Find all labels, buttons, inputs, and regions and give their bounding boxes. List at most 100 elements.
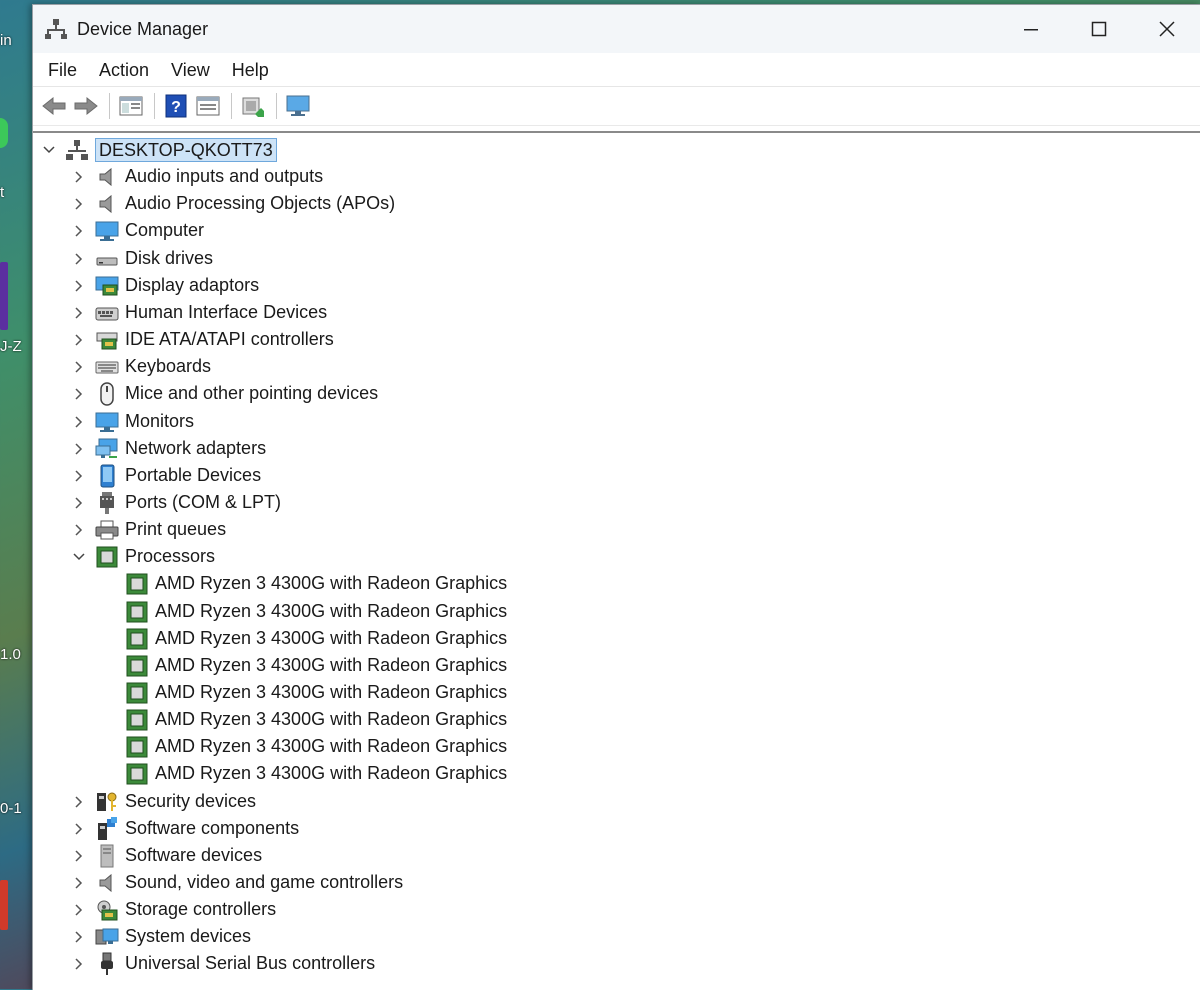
menu-action[interactable]: Action <box>88 55 160 85</box>
help-button[interactable]: ? <box>161 91 191 121</box>
processor-icon <box>125 708 149 732</box>
tree-category-ide-ata-atapi-controllers[interactable]: IDE ATA/ATAPI controllers <box>69 326 334 353</box>
portable-device-icon <box>95 464 119 488</box>
tree-device-processor[interactable]: AMD Ryzen 3 4300G with Radeon Graphics <box>125 652 507 679</box>
chevron-down-icon[interactable] <box>69 543 89 570</box>
tree-category-label: System devices <box>125 926 252 946</box>
tree-device-processor[interactable]: AMD Ryzen 3 4300G with Radeon Graphics <box>125 760 507 787</box>
chevron-right-icon[interactable] <box>69 923 89 950</box>
chevron-right-icon[interactable] <box>69 217 89 244</box>
tree-category-label: Security devices <box>125 791 257 811</box>
chevron-right-icon[interactable] <box>69 842 89 869</box>
desktop-green-icon[interactable] <box>0 118 8 148</box>
chevron-right-icon[interactable] <box>69 245 89 272</box>
tree-category-system-devices[interactable]: System devices <box>69 923 251 950</box>
tree-category-disk-drives[interactable]: Disk drives <box>69 245 213 272</box>
chevron-down-icon[interactable] <box>39 136 59 163</box>
maximize-button[interactable] <box>1065 5 1133 53</box>
speaker-icon <box>95 165 119 189</box>
properties-button[interactable] <box>193 91 223 121</box>
tree-category-label: Display adaptors <box>125 275 260 295</box>
tree-category-computer[interactable]: Computer <box>69 217 204 244</box>
tree-device-processor[interactable]: AMD Ryzen 3 4300G with Radeon Graphics <box>125 733 507 760</box>
chevron-right-icon[interactable] <box>69 353 89 380</box>
chevron-right-icon[interactable] <box>69 462 89 489</box>
chevron-right-icon[interactable] <box>69 190 89 217</box>
processor-label: AMD Ryzen 3 4300G with Radeon Graphics <box>155 573 508 593</box>
tree-category-mice-and-other-pointing-devices[interactable]: Mice and other pointing devices <box>69 380 378 407</box>
minimize-icon <box>1024 29 1038 31</box>
chevron-right-icon[interactable] <box>69 516 89 543</box>
tree-category-label: Software components <box>125 818 300 838</box>
tree-device-processor[interactable]: AMD Ryzen 3 4300G with Radeon Graphics <box>125 570 507 597</box>
tree-category-sound-video-and-game-controllers[interactable]: Sound, video and game controllers <box>69 869 403 896</box>
processor-icon <box>125 681 149 705</box>
tree-device-processor[interactable]: AMD Ryzen 3 4300G with Radeon Graphics <box>125 679 507 706</box>
chevron-right-icon[interactable] <box>69 272 89 299</box>
close-icon <box>1159 21 1175 37</box>
maximize-icon <box>1091 21 1107 37</box>
tree-category-software-components[interactable]: Software components <box>69 815 299 842</box>
forward-button[interactable] <box>71 91 101 121</box>
update-driver-icon <box>242 97 264 117</box>
menu-help[interactable]: Help <box>221 55 280 85</box>
tree-category-display-adaptors[interactable]: Display adaptors <box>69 272 259 299</box>
chevron-right-icon[interactable] <box>69 788 89 815</box>
desktop-purple-icon[interactable] <box>0 262 8 330</box>
tree-category-label: Keyboards <box>125 356 212 376</box>
chevron-right-icon[interactable] <box>69 380 89 407</box>
chevron-right-icon[interactable] <box>69 489 89 516</box>
close-button[interactable] <box>1133 5 1200 53</box>
tree-category-processors[interactable]: Processors <box>69 543 215 570</box>
printer-icon <box>95 518 119 542</box>
menu-view[interactable]: View <box>160 55 221 85</box>
tree-category-monitors[interactable]: Monitors <box>69 408 194 435</box>
tree-category-audio-inputs-and-outputs[interactable]: Audio inputs and outputs <box>69 163 323 190</box>
tree-category-label: Audio Processing Objects (APOs) <box>125 193 396 213</box>
tree-category-storage-controllers[interactable]: Storage controllers <box>69 896 276 923</box>
processor-icon <box>125 762 149 786</box>
title-bar[interactable]: Device Manager <box>33 5 1200 53</box>
tree-category-print-queues[interactable]: Print queues <box>69 516 226 543</box>
tree-category-portable-devices[interactable]: Portable Devices <box>69 462 261 489</box>
chevron-right-icon[interactable] <box>69 299 89 326</box>
processor-label: AMD Ryzen 3 4300G with Radeon Graphics <box>155 682 508 702</box>
processor-label: AMD Ryzen 3 4300G with Radeon Graphics <box>155 655 508 675</box>
tree-category-label: Processors <box>125 546 216 566</box>
chevron-right-icon[interactable] <box>69 815 89 842</box>
show-hide-console-tree-button[interactable] <box>116 91 146 121</box>
menu-file[interactable]: File <box>37 55 88 85</box>
tree-device-processor[interactable]: AMD Ryzen 3 4300G with Radeon Graphics <box>125 625 507 652</box>
chevron-right-icon[interactable] <box>69 896 89 923</box>
tree-device-processor[interactable]: AMD Ryzen 3 4300G with Radeon Graphics <box>125 598 507 625</box>
back-button[interactable] <box>39 91 69 121</box>
tree-category-label: Print queues <box>125 519 227 539</box>
processor-icon <box>125 572 149 596</box>
chevron-right-icon[interactable] <box>69 950 89 977</box>
tree-device-processor[interactable]: AMD Ryzen 3 4300G with Radeon Graphics <box>125 706 507 733</box>
chevron-right-icon[interactable] <box>69 163 89 190</box>
back-arrow-icon <box>42 96 66 116</box>
tree-category-keyboards[interactable]: Keyboards <box>69 353 211 380</box>
tree-category-human-interface-devices[interactable]: Human Interface Devices <box>69 299 327 326</box>
chevron-right-icon[interactable] <box>69 326 89 353</box>
processor-label: AMD Ryzen 3 4300G with Radeon Graphics <box>155 628 508 648</box>
update-driver-button[interactable] <box>238 91 268 121</box>
tree-category-software-devices[interactable]: Software devices <box>69 842 262 869</box>
desktop-text-fragment: 1.0 <box>0 646 21 663</box>
speaker-icon <box>95 192 119 216</box>
chevron-right-icon[interactable] <box>69 408 89 435</box>
tree-category-audio-processing-objects-apos[interactable]: Audio Processing Objects (APOs) <box>69 190 395 217</box>
scan-hardware-changes-button[interactable] <box>283 91 313 121</box>
desktop-red-icon[interactable] <box>0 880 8 930</box>
tree-category-security-devices[interactable]: Security devices <box>69 788 256 815</box>
window-title: Device Manager <box>77 18 209 39</box>
tree-category-network-adapters[interactable]: Network adapters <box>69 435 266 462</box>
tree-category-universal-serial-bus-controllers[interactable]: Universal Serial Bus controllers <box>69 950 375 977</box>
chevron-right-icon[interactable] <box>69 869 89 896</box>
tree-category-label: Disk drives <box>125 248 214 268</box>
chevron-right-icon[interactable] <box>69 435 89 462</box>
minimize-button[interactable] <box>997 5 1065 53</box>
tree-root[interactable]: DESKTOP-QKOTT73 <box>39 136 277 163</box>
tree-category-ports-com-lpt[interactable]: Ports (COM & LPT) <box>69 489 281 516</box>
